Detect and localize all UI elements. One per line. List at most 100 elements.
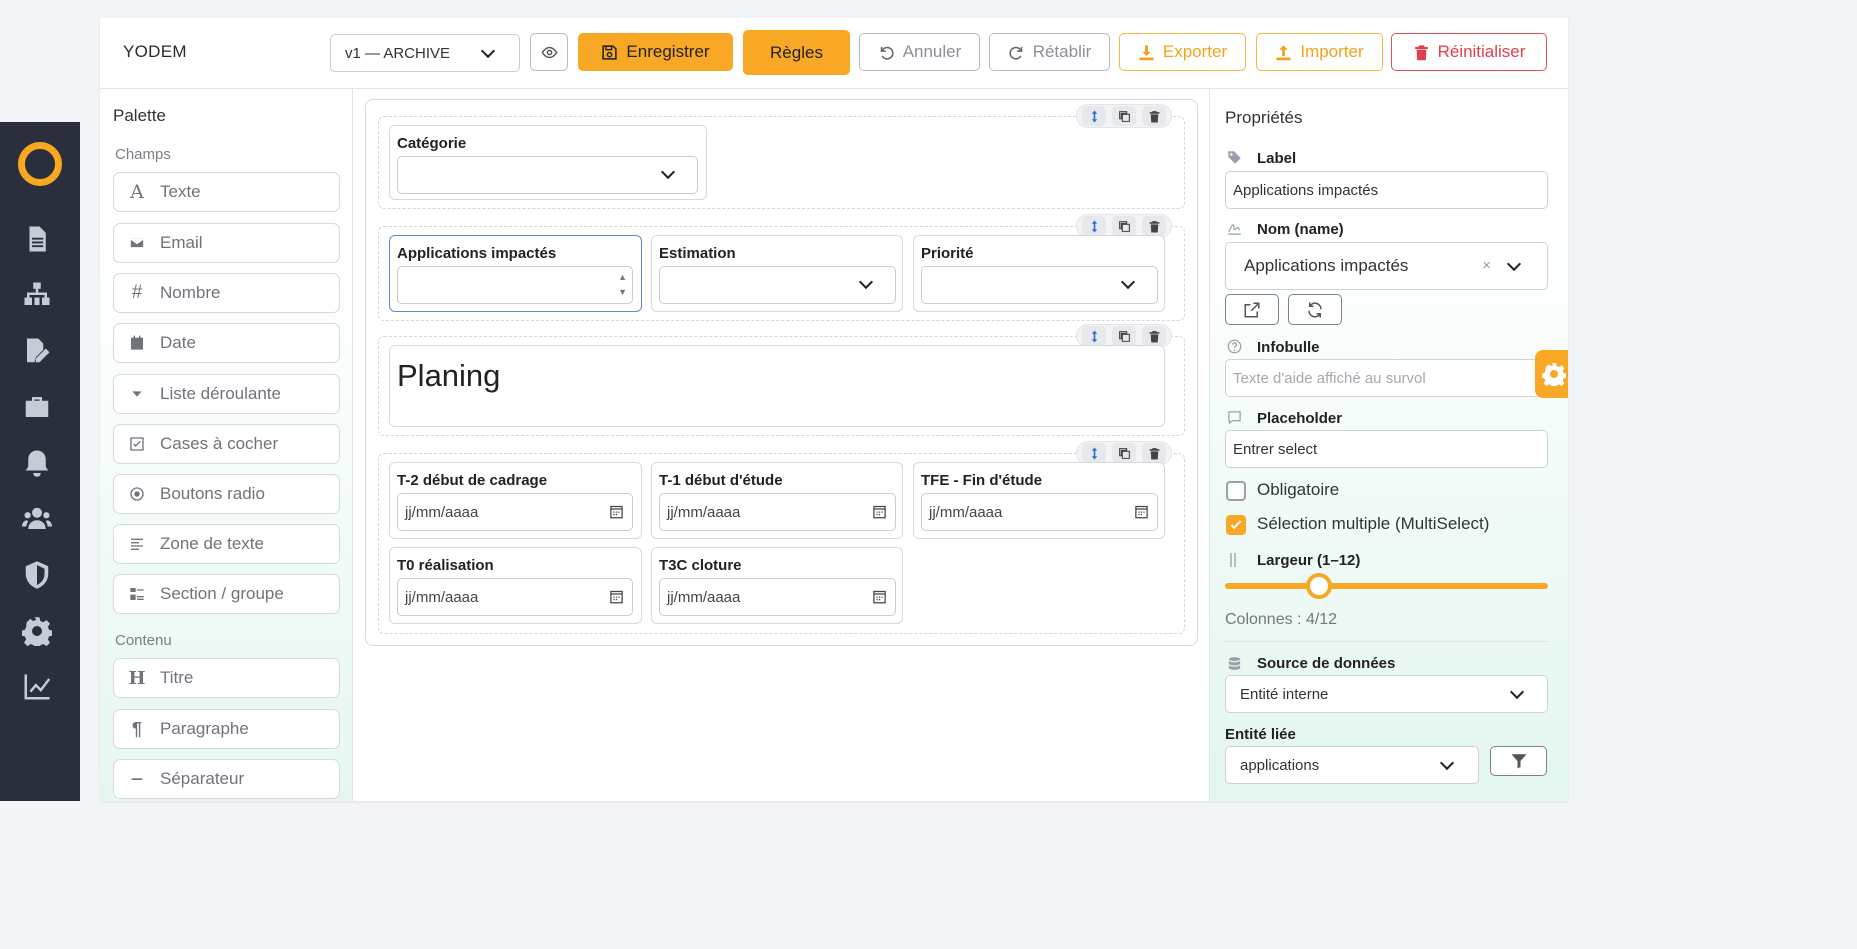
calendar-icon[interactable]: [872, 504, 887, 519]
field-t3c-cloture[interactable]: T3C cloture jj/mm/aaaa: [651, 547, 903, 624]
calendar-icon[interactable]: [872, 589, 887, 604]
settings-tab[interactable]: [1535, 350, 1568, 398]
import-label: Importer: [1300, 42, 1364, 61]
estimation-select[interactable]: [659, 266, 896, 304]
palette-item-date[interactable]: Date: [113, 323, 340, 363]
palette-item-paragraph[interactable]: ¶ Paragraphe: [113, 709, 340, 749]
open-link-button[interactable]: [1225, 294, 1279, 325]
refresh-button[interactable]: [1288, 294, 1342, 325]
users-icon[interactable]: [20, 502, 54, 536]
form-row[interactable]: T-2 début de cadrage jj/mm/aaaa T-1 débu…: [378, 441, 1185, 634]
spinner-arrows-icon[interactable]: ▲ ▼: [618, 270, 627, 300]
export-button[interactable]: Exporter: [1119, 33, 1246, 71]
redo-button[interactable]: Rétablir: [989, 33, 1110, 71]
field-t1-etude[interactable]: T-1 début d'étude jj/mm/aaaa: [651, 462, 903, 539]
reset-button[interactable]: Réinitialiser: [1391, 33, 1547, 71]
trash-icon: [1414, 44, 1428, 60]
filter-button[interactable]: [1490, 746, 1547, 776]
save-label: Enregistrer: [626, 42, 710, 61]
trash-icon[interactable]: [1142, 326, 1166, 346]
applications-number-input[interactable]: ▲ ▼: [397, 266, 633, 304]
palette-item-dropdown[interactable]: Liste déroulante: [113, 374, 340, 414]
field-applications-impactes[interactable]: Applications impactés ▲ ▼: [389, 235, 642, 312]
undo-button[interactable]: Annuler: [859, 33, 980, 71]
copy-icon[interactable]: [1112, 326, 1136, 346]
move-vertical-icon[interactable]: [1082, 443, 1106, 463]
calendar-icon[interactable]: [609, 589, 624, 604]
field-estimation[interactable]: Estimation: [651, 235, 903, 312]
bell-icon[interactable]: [20, 446, 54, 480]
check-icon: [1230, 520, 1242, 530]
trash-icon[interactable]: [1142, 106, 1166, 126]
source-select[interactable]: Entité interne: [1225, 675, 1548, 713]
chevron-down-icon: [660, 164, 676, 180]
palette-item-label: Cases à cocher: [160, 434, 279, 453]
briefcase-icon[interactable]: [20, 390, 54, 424]
comment-icon: [1228, 411, 1241, 425]
field-priorite[interactable]: Priorité: [913, 235, 1165, 312]
palette-item-number[interactable]: # Nombre: [113, 273, 340, 313]
version-select[interactable]: v1 — ARCHIVE: [330, 34, 520, 72]
edit-document-icon[interactable]: [20, 334, 54, 368]
clear-icon[interactable]: ×: [1482, 257, 1491, 274]
chart-line-icon[interactable]: [20, 670, 54, 704]
date-input[interactable]: jj/mm/aaaa: [659, 493, 896, 531]
palette-item-checkboxes[interactable]: Cases à cocher: [113, 424, 340, 464]
palette-item-radio[interactable]: Boutons radio: [113, 474, 340, 514]
textarea-icon: [114, 536, 160, 552]
trash-icon[interactable]: [1142, 216, 1166, 236]
categorie-select[interactable]: [397, 156, 698, 194]
field-tfe-fin-etude[interactable]: TFE - Fin d'étude jj/mm/aaaa: [913, 462, 1165, 539]
calendar-icon[interactable]: [609, 504, 624, 519]
external-link-icon: [1244, 302, 1260, 317]
preview-button[interactable]: [530, 33, 568, 71]
toolbar: YODEM v1 — ARCHIVE Enregistrer Règles An…: [100, 18, 1568, 89]
save-button[interactable]: Enregistrer: [578, 33, 733, 71]
date-input[interactable]: jj/mm/aaaa: [397, 493, 633, 531]
copy-icon[interactable]: [1112, 443, 1136, 463]
field-t0-realisation[interactable]: T0 réalisation jj/mm/aaaa: [389, 547, 642, 624]
import-button[interactable]: Importer: [1256, 33, 1383, 71]
entity-select[interactable]: applications: [1225, 746, 1479, 784]
palette-item-heading[interactable]: H Titre: [113, 658, 340, 698]
move-vertical-icon[interactable]: [1082, 106, 1106, 126]
palette-item-section[interactable]: Section / groupe: [113, 574, 340, 614]
form-row[interactable]: Planing: [378, 324, 1185, 436]
date-input[interactable]: jj/mm/aaaa: [397, 578, 633, 616]
tooltip-input[interactable]: Texte d'aide affiché au survol: [1225, 359, 1548, 397]
date-input[interactable]: jj/mm/aaaa: [921, 493, 1158, 531]
date-input[interactable]: jj/mm/aaaa: [659, 578, 896, 616]
palette-item-email[interactable]: Email: [113, 223, 340, 263]
move-vertical-icon[interactable]: [1082, 216, 1106, 236]
palette-item-label: Section / groupe: [160, 584, 284, 603]
palette-item-textarea[interactable]: Zone de texte: [113, 524, 340, 564]
move-vertical-icon[interactable]: [1082, 326, 1106, 346]
form-row[interactable]: Applications impactés ▲ ▼ Estimation Prio…: [378, 214, 1185, 321]
field-t2-cadrage[interactable]: T-2 début de cadrage jj/mm/aaaa: [389, 462, 642, 539]
gear-icon[interactable]: [20, 614, 54, 648]
palette-item-text[interactable]: A Texte: [113, 172, 340, 212]
text-icon: A: [130, 181, 144, 203]
rules-button[interactable]: Règles: [743, 30, 850, 75]
label-input[interactable]: Applications impactés: [1225, 171, 1548, 209]
width-slider-track[interactable]: [1225, 583, 1548, 589]
date-placeholder: jj/mm/aaaa: [667, 588, 741, 606]
priorite-select[interactable]: [921, 266, 1158, 304]
required-checkbox[interactable]: [1226, 481, 1246, 501]
document-icon[interactable]: [20, 222, 54, 256]
heading-block[interactable]: Planing: [389, 345, 1165, 427]
copy-icon[interactable]: [1112, 216, 1136, 236]
form-row[interactable]: Catégorie: [378, 104, 1185, 209]
name-select[interactable]: Applications impactés ×: [1225, 242, 1548, 290]
app-logo[interactable]: [18, 142, 62, 186]
field-categorie[interactable]: Catégorie: [389, 125, 707, 200]
placeholder-input[interactable]: Entrer select: [1225, 430, 1548, 468]
calendar-icon[interactable]: [1134, 504, 1149, 519]
width-slider-thumb[interactable]: [1306, 573, 1332, 599]
copy-icon[interactable]: [1112, 106, 1136, 126]
sitemap-icon[interactable]: [20, 278, 54, 312]
palette-item-separator[interactable]: Séparateur: [113, 759, 340, 799]
shield-icon[interactable]: [20, 558, 54, 592]
multiselect-checkbox[interactable]: [1226, 515, 1246, 535]
trash-icon[interactable]: [1142, 443, 1166, 463]
